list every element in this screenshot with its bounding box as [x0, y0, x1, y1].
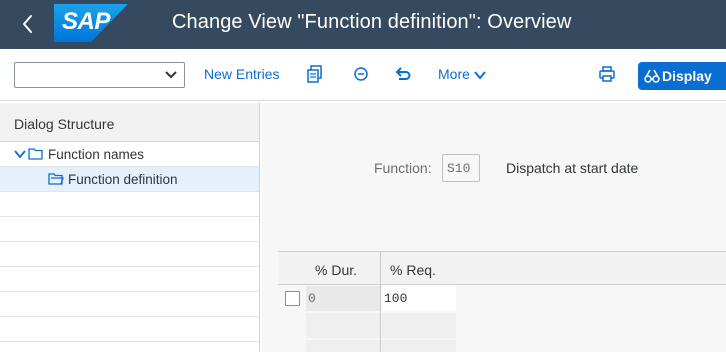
glasses-icon [644, 69, 660, 83]
tree-empty-row [0, 217, 259, 242]
tree-empty-row [0, 292, 259, 317]
cell-dur: 0 [306, 286, 380, 311]
variant-dropdown[interactable] [14, 62, 185, 88]
tree-empty-row [0, 342, 259, 352]
delete-icon[interactable] [352, 64, 370, 84]
column-header-dur[interactable]: % Dur. [315, 262, 357, 278]
table-header: % Dur. % Req. [278, 251, 726, 285]
copy-as-icon[interactable] [306, 64, 324, 84]
folder-open-icon [48, 173, 64, 185]
undo-icon[interactable] [394, 64, 412, 84]
toolbar: New Entries More [0, 49, 726, 101]
function-value-field[interactable]: S10 [442, 154, 480, 182]
tree-item-function-definition[interactable]: Function definition [0, 167, 259, 192]
chevron-down-icon[interactable] [14, 147, 26, 161]
function-description: Dispatch at start date [506, 160, 639, 176]
cell-empty [306, 340, 380, 352]
shell-bar: SAP Change View "Function definition": O… [0, 0, 726, 49]
column-header-req[interactable]: % Req. [390, 262, 436, 278]
row-selector[interactable] [278, 286, 304, 311]
table-row: 0 100 [278, 286, 726, 311]
dialog-structure-header: Dialog Structure [0, 103, 259, 142]
chevron-down-icon [165, 71, 177, 79]
cell-empty [382, 340, 456, 352]
table-row [278, 340, 726, 352]
tree-empty-row [0, 242, 259, 267]
function-label: Function: [374, 160, 432, 176]
display-label: Display [662, 68, 712, 84]
tree-item-function-names[interactable]: Function names [0, 142, 259, 167]
dialog-structure-panel: Dialog Structure Function names Function… [0, 103, 260, 352]
chevron-down-icon [474, 71, 486, 80]
cell-req-input[interactable]: 100 [382, 286, 456, 311]
tree-item-label: Function definition [68, 172, 178, 187]
cell-empty [306, 313, 380, 338]
sap-logo-text: SAP [62, 8, 110, 35]
tree-item-label: Function names [48, 147, 145, 162]
tree-empty-row [0, 317, 259, 342]
cell-empty [382, 313, 456, 338]
more-label: More [438, 66, 470, 82]
tree-empty-row [0, 192, 259, 217]
tree-empty-row [0, 267, 259, 292]
new-entries-button[interactable]: New Entries [204, 66, 279, 82]
table-row [278, 313, 726, 338]
row-checkbox[interactable] [285, 291, 300, 306]
print-icon[interactable] [598, 64, 616, 84]
display-button[interactable]: Display [638, 62, 726, 90]
page-title: Change View "Function definition": Overv… [172, 11, 572, 33]
more-button[interactable]: More [438, 66, 486, 82]
back-icon[interactable] [16, 10, 40, 38]
folder-open-icon [28, 148, 43, 160]
